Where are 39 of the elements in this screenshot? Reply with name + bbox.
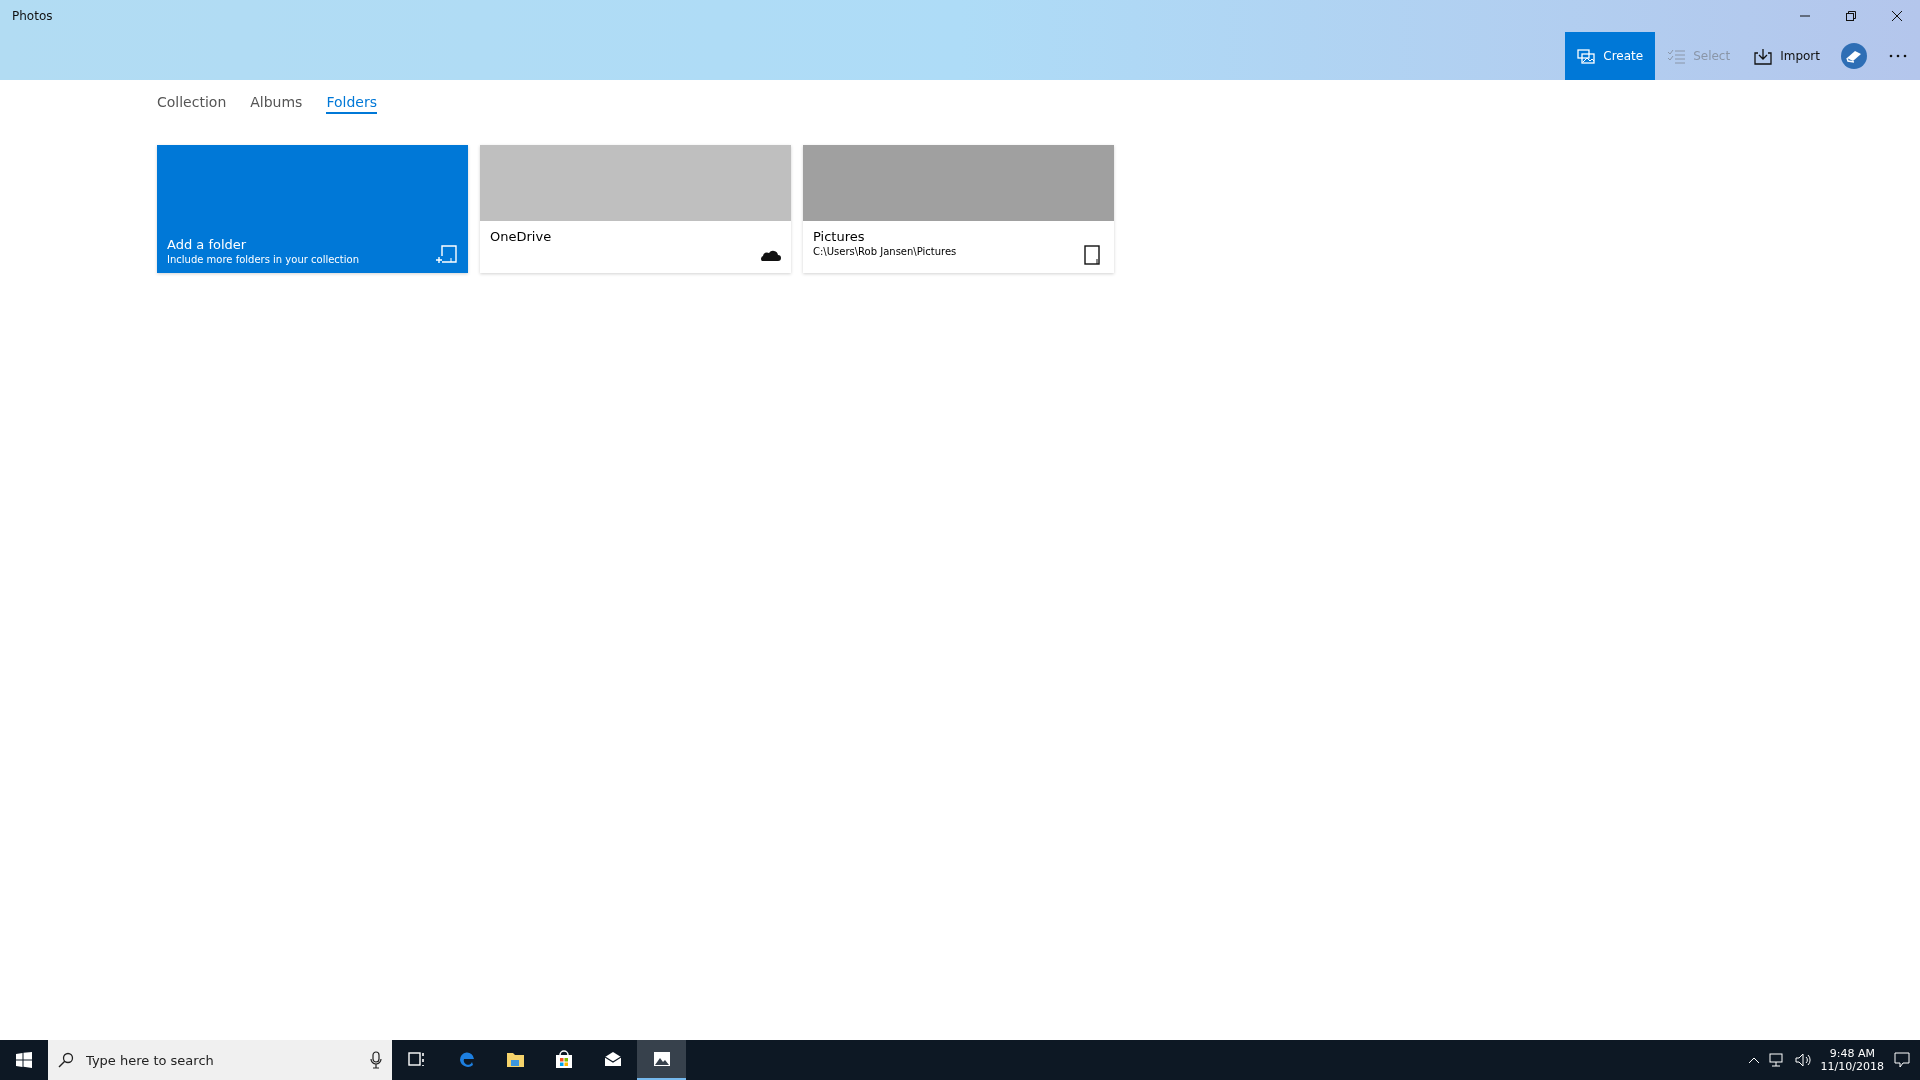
checklist-icon xyxy=(1667,47,1686,65)
more-icon[interactable] xyxy=(1889,54,1907,58)
folder-icon xyxy=(505,1050,524,1068)
restore-icon[interactable] xyxy=(1846,11,1856,21)
shopping-bag-icon xyxy=(554,1050,573,1068)
window-title: Photos xyxy=(11,9,54,23)
tab[interactable]: Albums xyxy=(250,94,303,114)
notification-icon[interactable] xyxy=(1894,1052,1910,1068)
task-view-icon xyxy=(407,1050,426,1068)
import-icon xyxy=(1754,47,1773,65)
search-bar[interactable]: Type here to search xyxy=(48,1040,392,1080)
slideshow-icon xyxy=(1577,47,1596,65)
speaker-icon[interactable] xyxy=(1794,1053,1811,1067)
tab[interactable]: Folders xyxy=(326,94,377,114)
folder-card[interactable]: OneDrive xyxy=(480,145,791,273)
windows-start-icon[interactable] xyxy=(16,1052,32,1068)
folder-title: OneDrive xyxy=(490,229,553,244)
folder-path: C:\Users\Rob Jansen\Pictures xyxy=(813,246,958,257)
create-button[interactable]: Create xyxy=(1565,32,1656,80)
search-icon xyxy=(58,1052,74,1068)
folder-title: Add a folder xyxy=(167,237,248,252)
envelope-icon xyxy=(603,1050,622,1068)
import-button[interactable]: Import xyxy=(1742,32,1832,80)
add-folder-icon xyxy=(436,245,458,265)
landscape-icon xyxy=(652,1050,671,1068)
clock-time[interactable]: 9:48 AM xyxy=(1829,1047,1875,1060)
close-icon[interactable] xyxy=(1892,11,1902,21)
tab[interactable]: Collection xyxy=(157,94,227,114)
search-field[interactable]: Type here to search xyxy=(84,1051,360,1069)
folder-title: Pictures xyxy=(813,229,866,244)
clock-date[interactable]: 11/10/2018 xyxy=(1820,1060,1884,1073)
taskbar-app[interactable] xyxy=(637,1040,686,1080)
microphone-icon[interactable] xyxy=(370,1051,382,1069)
folder-card[interactable]: Pictures C:\Users\Rob Jansen\Pictures xyxy=(803,145,1114,273)
add-folder-tile[interactable]: Add a folder Include more folders in your collection xyxy=(157,145,468,273)
chevron-up-icon[interactable] xyxy=(1748,1057,1759,1063)
folder-path: Include more folders in your collection xyxy=(167,254,361,265)
avatar-icon[interactable] xyxy=(1841,43,1867,69)
network-icon[interactable] xyxy=(1768,1053,1785,1067)
